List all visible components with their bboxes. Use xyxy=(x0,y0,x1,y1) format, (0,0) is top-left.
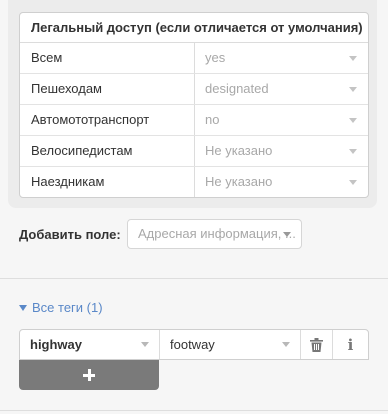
trash-icon xyxy=(310,337,323,352)
access-combo-value: no xyxy=(205,112,220,127)
access-row-foot: Пешеходам designated xyxy=(20,74,368,105)
chevron-down-icon[interactable] xyxy=(141,342,149,347)
access-row-label: Пешеходам xyxy=(20,74,195,104)
access-row-motor-vehicle: Автомототранспорт no xyxy=(20,105,368,136)
access-row-label: Автомототранспорт xyxy=(20,105,195,135)
all-tags-label: Все теги (1) xyxy=(32,300,103,315)
access-row-label: Велосипедистам xyxy=(20,136,195,166)
access-combo-foot[interactable]: designated xyxy=(195,74,368,104)
all-tags-toggle[interactable]: Все теги (1) xyxy=(19,300,103,315)
access-row-bicycle: Велосипедистам Не указано xyxy=(20,136,368,167)
tag-info-button[interactable]: i xyxy=(333,330,368,359)
section-divider xyxy=(0,410,388,411)
access-combo-value: yes xyxy=(205,50,226,65)
chevron-down-icon[interactable] xyxy=(349,56,357,61)
add-field-placeholder: Адресная информация, ... xyxy=(138,226,296,241)
tag-key-combo[interactable]: highway xyxy=(20,330,160,359)
add-field-label: Добавить поле: xyxy=(19,226,121,242)
access-combo-all[interactable]: yes xyxy=(195,43,368,73)
access-row-label: Всем xyxy=(20,43,195,73)
access-combo-value: designated xyxy=(205,81,269,96)
chevron-down-icon[interactable] xyxy=(349,149,357,154)
add-field-row: Добавить поле: Адресная информация, ... xyxy=(19,219,302,249)
access-row-label: Наездникам xyxy=(20,167,195,197)
tag-value-combo[interactable]: footway xyxy=(160,330,301,359)
chevron-down-icon[interactable] xyxy=(283,232,291,237)
access-combo-motor-vehicle[interactable]: no xyxy=(195,105,368,135)
plus-icon xyxy=(83,369,95,381)
access-combo-bicycle[interactable]: Не указано xyxy=(195,136,368,166)
delete-tag-button[interactable] xyxy=(301,330,333,359)
access-row-all: Всем yes xyxy=(20,43,368,74)
access-combo-value: Не указано xyxy=(205,174,273,189)
access-combo-value: Не указано xyxy=(205,143,273,158)
access-row-horse: Наездникам Не указано xyxy=(20,167,368,197)
chevron-down-icon[interactable] xyxy=(349,118,357,123)
chevron-down-icon[interactable] xyxy=(349,180,357,185)
tag-key-value: highway xyxy=(30,337,83,352)
add-field-combo[interactable]: Адресная информация, ... xyxy=(127,219,302,249)
info-icon: i xyxy=(347,335,354,354)
add-tag-button[interactable] xyxy=(19,360,159,390)
chevron-down-icon[interactable] xyxy=(282,342,290,347)
section-divider xyxy=(0,278,388,279)
tag-value-value: footway xyxy=(170,337,215,352)
disclosure-triangle-icon xyxy=(19,304,27,311)
chevron-down-icon[interactable] xyxy=(349,87,357,92)
access-combo-horse[interactable]: Не указано xyxy=(195,167,368,197)
access-field-header: Легальный доступ (если отличается от умо… xyxy=(20,13,368,43)
access-field: Легальный доступ (если отличается от умо… xyxy=(19,12,369,198)
tag-row: highway footway i xyxy=(19,329,369,360)
